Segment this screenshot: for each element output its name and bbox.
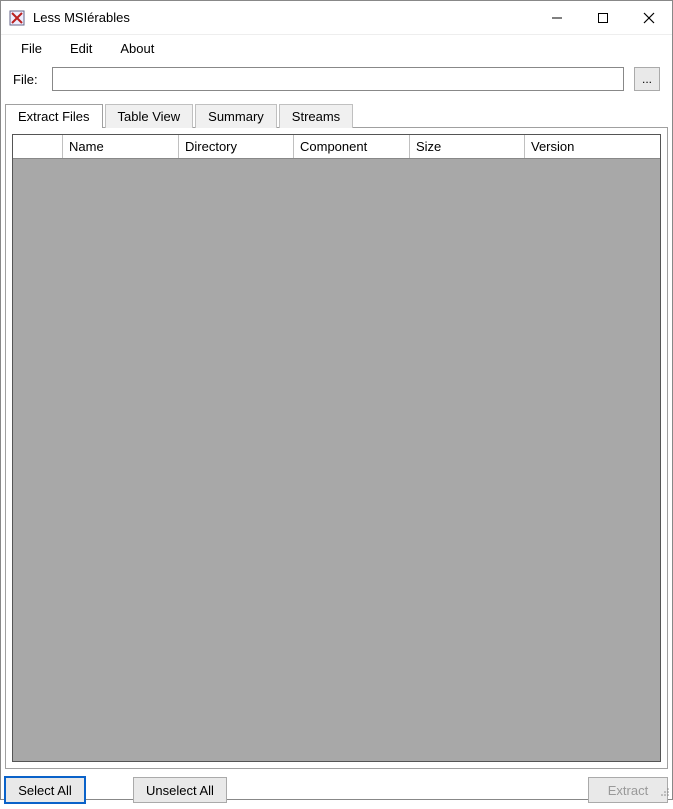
window-controls — [534, 1, 672, 34]
resize-grip[interactable] — [658, 785, 670, 797]
browse-button[interactable]: ... — [634, 67, 660, 91]
col-directory[interactable]: Directory — [179, 135, 294, 158]
tab-strip: Extract Files Table View Summary Streams — [1, 101, 672, 127]
col-name[interactable]: Name — [63, 135, 179, 158]
close-button[interactable] — [626, 1, 672, 34]
col-size[interactable]: Size — [410, 135, 525, 158]
grid-row-header[interactable] — [13, 135, 63, 158]
grid-body[interactable] — [13, 159, 660, 761]
extract-button[interactable]: Extract — [588, 777, 668, 803]
col-component[interactable]: Component — [294, 135, 410, 158]
unselect-all-button[interactable]: Unselect All — [133, 777, 227, 803]
file-label: File: — [13, 72, 42, 87]
title-bar: Less MSIérables — [1, 1, 672, 35]
file-row: File: ... — [1, 61, 672, 101]
grid-header: Name Directory Component Size Version — [13, 135, 660, 159]
maximize-button[interactable] — [580, 1, 626, 34]
file-grid[interactable]: Name Directory Component Size Version — [12, 134, 661, 762]
bottom-button-row: Select All Unselect All Extract — [1, 769, 672, 809]
app-icon — [9, 10, 25, 26]
menu-about[interactable]: About — [108, 38, 166, 59]
menu-file[interactable]: File — [9, 38, 54, 59]
menu-bar: File Edit About — [1, 35, 672, 61]
window-title: Less MSIérables — [33, 10, 130, 25]
tab-extract-files[interactable]: Extract Files — [5, 104, 103, 128]
col-version[interactable]: Version — [525, 135, 641, 158]
tab-streams[interactable]: Streams — [279, 104, 353, 128]
file-path-input[interactable] — [52, 67, 624, 91]
select-all-button[interactable]: Select All — [5, 777, 85, 803]
tab-summary[interactable]: Summary — [195, 104, 277, 128]
tab-table-view[interactable]: Table View — [105, 104, 194, 128]
minimize-button[interactable] — [534, 1, 580, 34]
tab-content: Name Directory Component Size Version — [5, 127, 668, 769]
menu-edit[interactable]: Edit — [58, 38, 104, 59]
